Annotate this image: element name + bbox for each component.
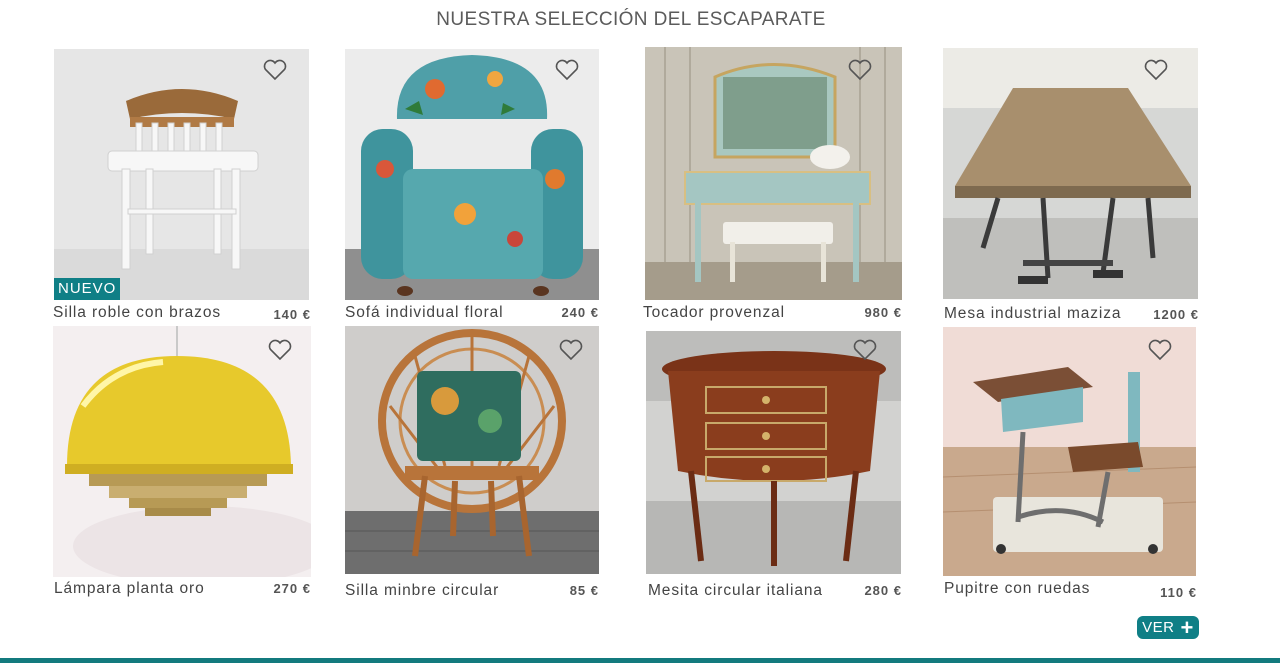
- see-more-label: VER: [1142, 619, 1175, 636]
- product-price: 140 €: [273, 307, 311, 322]
- page-title: NUESTRA SELECCIÓN DEL ESCAPARATE: [436, 9, 826, 30]
- product-image-table[interactable]: [943, 48, 1198, 299]
- favorite-heart-icon[interactable]: [1143, 58, 1169, 82]
- favorite-heart-icon[interactable]: [267, 338, 293, 362]
- favorite-heart-icon[interactable]: [847, 58, 873, 82]
- favorite-heart-icon[interactable]: [1147, 338, 1173, 362]
- product-price: 85 €: [569, 583, 599, 598]
- favorite-heart-icon[interactable]: [554, 58, 580, 82]
- product-name[interactable]: Silla minbre circular: [345, 582, 499, 600]
- product-name[interactable]: Silla roble con brazos: [53, 304, 221, 322]
- product-price: 1200 €: [1153, 307, 1199, 322]
- product-image-lamp[interactable]: [53, 326, 311, 577]
- product-name[interactable]: Tocador provenzal: [643, 304, 785, 322]
- product-price: 280 €: [864, 583, 902, 598]
- product-image-side-table[interactable]: [646, 331, 901, 574]
- product-name[interactable]: Sofá individual floral: [345, 304, 504, 322]
- see-more-button[interactable]: VER +: [1137, 616, 1199, 639]
- product-name[interactable]: Pupitre con ruedas: [944, 580, 1090, 598]
- product-image-chair[interactable]: [54, 49, 309, 300]
- product-price: 270 €: [273, 581, 311, 596]
- favorite-heart-icon[interactable]: [262, 58, 288, 82]
- product-name[interactable]: Mesita circular italiana: [648, 582, 823, 600]
- product-image-sofa[interactable]: [345, 49, 599, 300]
- new-badge: NUEVO: [54, 278, 121, 300]
- product-image-desk[interactable]: [943, 327, 1196, 576]
- product-name[interactable]: Mesa industrial maziza: [944, 305, 1121, 323]
- favorite-heart-icon[interactable]: [852, 338, 878, 362]
- product-price: 240 €: [561, 305, 599, 320]
- favorite-heart-icon[interactable]: [558, 338, 584, 362]
- plus-icon: +: [1180, 614, 1194, 640]
- product-name[interactable]: Lámpara planta oro: [54, 580, 205, 598]
- product-image-wicker-chair[interactable]: [345, 326, 599, 574]
- bottom-accent-bar: [0, 658, 1280, 663]
- product-price: 980 €: [864, 305, 902, 320]
- product-image-vanity[interactable]: [645, 47, 902, 300]
- product-price: 110 €: [1160, 585, 1197, 600]
